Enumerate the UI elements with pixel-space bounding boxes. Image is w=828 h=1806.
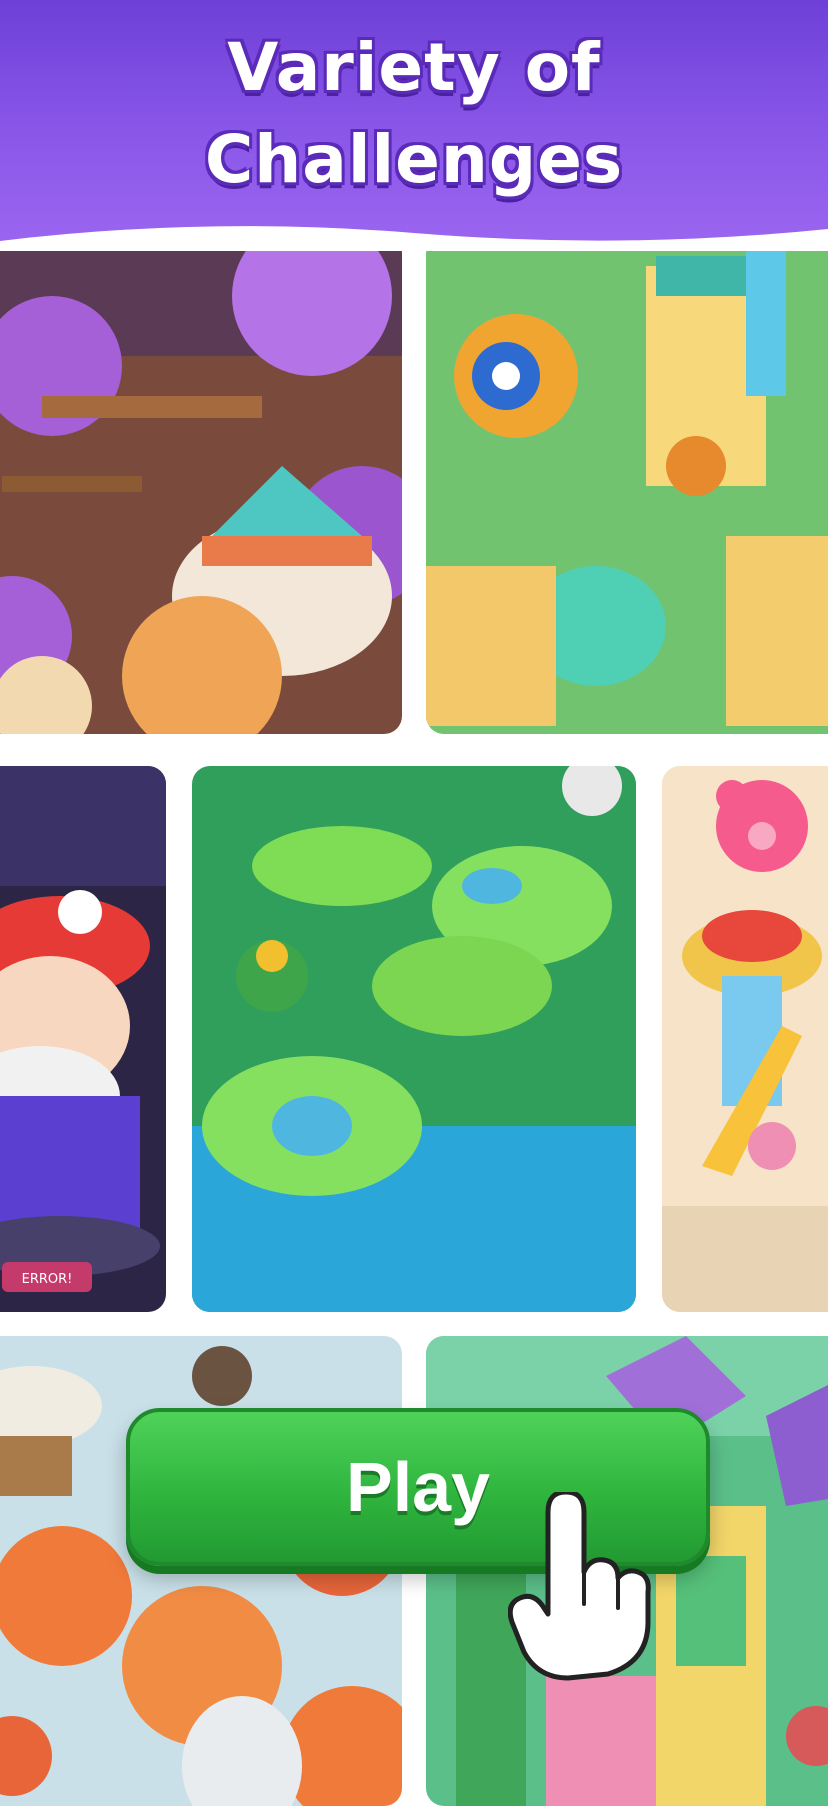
pointing-hand-icon (507, 1489, 658, 1686)
title-line-2: Challenges (204, 121, 624, 198)
level-tile-arcade[interactable]: ERROR! (0, 766, 166, 1312)
level-tile-autumn[interactable] (0, 1336, 402, 1806)
level-tile-temple[interactable] (426, 236, 828, 734)
header-banner: Variety of Challenges (0, 0, 828, 251)
level-tile-toyland[interactable] (662, 766, 828, 1312)
play-button-label: Play (346, 1448, 490, 1526)
level-tile-treehouse[interactable] (0, 236, 402, 734)
title-line-1: Variety of (227, 29, 601, 106)
banner-wave (0, 226, 828, 251)
error-sign-text: ERROR! (22, 1272, 73, 1287)
page-title: Variety of Challenges (0, 22, 828, 206)
level-tile-lily-pond[interactable] (192, 766, 636, 1312)
